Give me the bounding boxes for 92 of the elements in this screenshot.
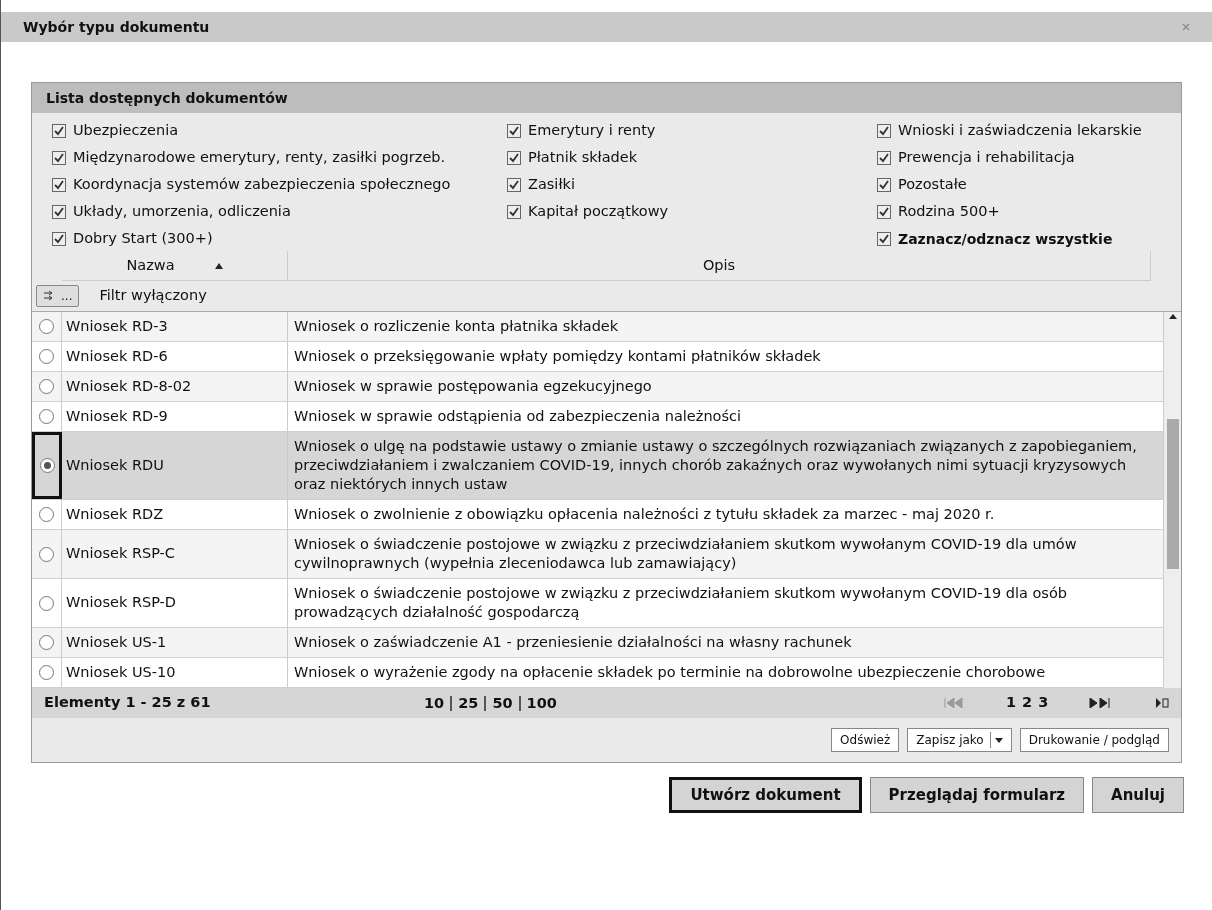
checkbox[interactable] (877, 124, 891, 138)
category-label: Międzynarodowe emerytury, renty, zasiłki pogrzeb. (73, 148, 446, 168)
page-link[interactable]: 3 (1038, 692, 1049, 714)
table-row[interactable]: Wniosek US-1 Wniosek o zaświadczenie A1 - przeniesienie działalności na własny rachunek (32, 628, 1163, 658)
table-cell: Wniosek RD-6 (62, 342, 288, 371)
radio-button[interactable] (39, 507, 54, 522)
category-label: Zasiłki (528, 175, 575, 195)
table-cell: Wniosek RSP-C (62, 530, 288, 578)
page-size-link[interactable]: 100 (518, 695, 563, 711)
category-label: Wnioski i zaświadczenia lekarskie (898, 121, 1142, 141)
radio-button[interactable] (39, 409, 54, 424)
table-row[interactable]: Wniosek RD-9 Wniosek w sprawie odstąpienia od zabezpieczenia należności (32, 402, 1163, 432)
column-header[interactable]: Nazwa (62, 251, 288, 280)
table-cell-text: Wniosek o zaświadczenie A1 - przeniesienie działalności na własny rachunek (293, 633, 853, 652)
radio-button[interactable] (39, 595, 54, 611)
table-cell-text: Wniosek o świadczenie postojowe w związku z przeciwdziałaniem skutkom wywołanym COVID-19 dla umów cywilnoprawnych (wypełnia zleceniodawca lub zamawiający) (293, 535, 1078, 573)
checkbox[interactable] (52, 124, 66, 138)
table-cell: Wniosek RDU (62, 432, 288, 499)
table-cell-text: Wniosek o świadczenie postojowe w związku z przeciwdziałaniem skutkom wywołanym COVID-19 dla osób prowadzących działalność gospodarczą (293, 584, 1068, 622)
item-count: Elementy 1 - 25 z 61 (44, 693, 212, 713)
checkbox[interactable] (507, 151, 521, 165)
table-cell: Wniosek RD-9 (62, 402, 288, 431)
dialog-button[interactable]: Przeglądaj formularz (869, 777, 1085, 813)
table-row[interactable]: Wniosek RSP-C Wniosek o świadczenie postojowe w związku z przeciwdziałaniem skutkom wywołanym COVID-19 dla umów cywilnoprawnych (wypełnia zleceniodawca lub zamawiający) (32, 530, 1163, 579)
toolbar-button[interactable]: Drukowanie / podgląd (1019, 728, 1169, 752)
checkbox[interactable] (52, 151, 66, 165)
table-row[interactable]: Wniosek RD-6 Wniosek o przeksięgowanie wpłaty pomiędzy kontami płatników składek (32, 342, 1163, 372)
checkbox[interactable] (507, 205, 521, 219)
page-link[interactable]: 2 (1022, 692, 1033, 714)
checkbox[interactable] (877, 151, 891, 165)
scroll-up-icon[interactable] (1168, 314, 1177, 319)
radio-button[interactable] (39, 379, 54, 394)
checkbox[interactable] (507, 178, 521, 192)
category-label: Płatnik składek (528, 148, 638, 168)
caret-icon (994, 737, 1003, 743)
table-cell-text: Wniosek o rozliczenie konta płatnika składek (293, 317, 620, 336)
filter-status: Filtr wyłączony (99, 286, 207, 306)
panel-title: Lista dostępnych dokumentów (32, 83, 1181, 113)
radio-button[interactable] (39, 546, 54, 562)
category-label: Ubezpieczenia (73, 121, 179, 141)
category-label: Prewencja i rehabilitacja (898, 148, 1075, 168)
radio-button[interactable] (39, 458, 55, 473)
table-cell-text: Wniosek o ulgę na podstawie ustawy o zmianie ustawy o szczególnych rozwiązaniach związanych z zapobieganiem, przeciwdziałaniem i zwalczaniem COVID-19, innych chorób zakaźnych oraz wywołanych nimi sytuacji kryzysowych oraz niektórych innych ustaw (293, 437, 1138, 494)
table-row[interactable]: Wniosek RD-3 Wniosek o rozliczenie konta płatnika składek (32, 312, 1163, 342)
column-header[interactable]: Opis (288, 251, 1151, 280)
radio-button[interactable] (39, 635, 54, 650)
table-row[interactable]: Wniosek RDZ Wniosek o zwolnienie z obowiązku opłacenia należności z tytułu składek za marzec - maj 2020 r. (32, 500, 1163, 530)
dialog-button[interactable]: Anuluj (1092, 777, 1184, 813)
table-cell-text: Wniosek o przeksięgowanie wpłaty pomiędzy kontami płatników składek (293, 347, 822, 366)
page-link[interactable]: 1 (1006, 692, 1017, 714)
page-size-link[interactable]: 25 (450, 695, 485, 711)
category-label: Emerytury i renty (528, 121, 656, 141)
checkbox[interactable] (52, 205, 66, 219)
table-cell-text: Wniosek o wyrażenie zgody na opłacenie składek po terminie na dobrowolne ubezpieczenie chorobowe (293, 663, 1047, 682)
page-size-link[interactable]: 10 (424, 695, 451, 711)
dialog-button[interactable]: Utwórz dokument (669, 777, 862, 813)
table-cell: Wniosek US-10 (62, 658, 288, 687)
table-cell-text: Wniosek w sprawie postępowania egzekucyjnego (293, 377, 653, 396)
table-row[interactable]: Wniosek US-10 Wniosek o wyrażenie zgody na opłacenie składek po terminie na dobrowolne ubezpieczenie chorobowe (32, 658, 1163, 688)
table-cell: Wniosek US-1 (62, 628, 288, 657)
category-label: Układy, umorzenia, odliczenia (73, 202, 291, 222)
page-size-link[interactable]: 50 (484, 695, 519, 711)
category-label: Koordynacja systemów zabezpieczenia społecznego (73, 175, 451, 195)
scrollbar[interactable] (1163, 312, 1181, 688)
table-cell-text: Wniosek w sprawie odstąpienia od zabezpieczenia należności (293, 407, 742, 426)
toolbar-button[interactable]: Zapisz jako (907, 728, 1012, 752)
table-cell: Wniosek RD-8-02 (62, 372, 288, 401)
checkbox[interactable] (52, 178, 66, 192)
radio-button[interactable] (39, 319, 54, 334)
select-all-label: Zaznacz/odznacz wszystkie (898, 229, 1113, 249)
category-label: Kapitał początkowy (528, 202, 669, 222)
category-label: Pozostałe (898, 175, 967, 195)
table-row[interactable] (32, 432, 1163, 500)
checkbox[interactable] (877, 232, 891, 246)
window-title: Wybór typu dokumentu (23, 17, 210, 37)
category-label: Dobry Start (300+) (73, 229, 213, 249)
table-cell: Wniosek RSP-D (62, 579, 288, 627)
table-cell: Wniosek RD-3 (62, 312, 288, 341)
radio-button[interactable] (39, 665, 54, 680)
table-cell: Wniosek RDZ (62, 500, 288, 529)
page-end-icon[interactable] (1155, 698, 1169, 708)
checkbox[interactable] (52, 232, 66, 246)
checkbox[interactable] (877, 178, 891, 192)
table-cell-text: Wniosek o zwolnienie z obowiązku opłacenia należności z tytułu składek za marzec - maj 2020 r. (293, 505, 996, 524)
toolbar-button[interactable]: Odśwież (831, 728, 900, 752)
table-row[interactable]: Wniosek RD-8-02 Wniosek w sprawie postępowania egzekucyjnego (32, 372, 1163, 402)
table-row[interactable]: Wniosek RSP-D Wniosek o świadczenie postojowe w związku z przeciwdziałaniem skutkom wywołanym COVID-19 dla osób prowadzących działalność gospodarczą (32, 579, 1163, 628)
category-label: Rodzina 500+ (898, 202, 1000, 222)
radio-button[interactable] (39, 349, 54, 364)
filter-button[interactable]: ... (36, 285, 80, 307)
checkbox[interactable] (877, 205, 891, 219)
checkbox[interactable] (507, 124, 521, 138)
